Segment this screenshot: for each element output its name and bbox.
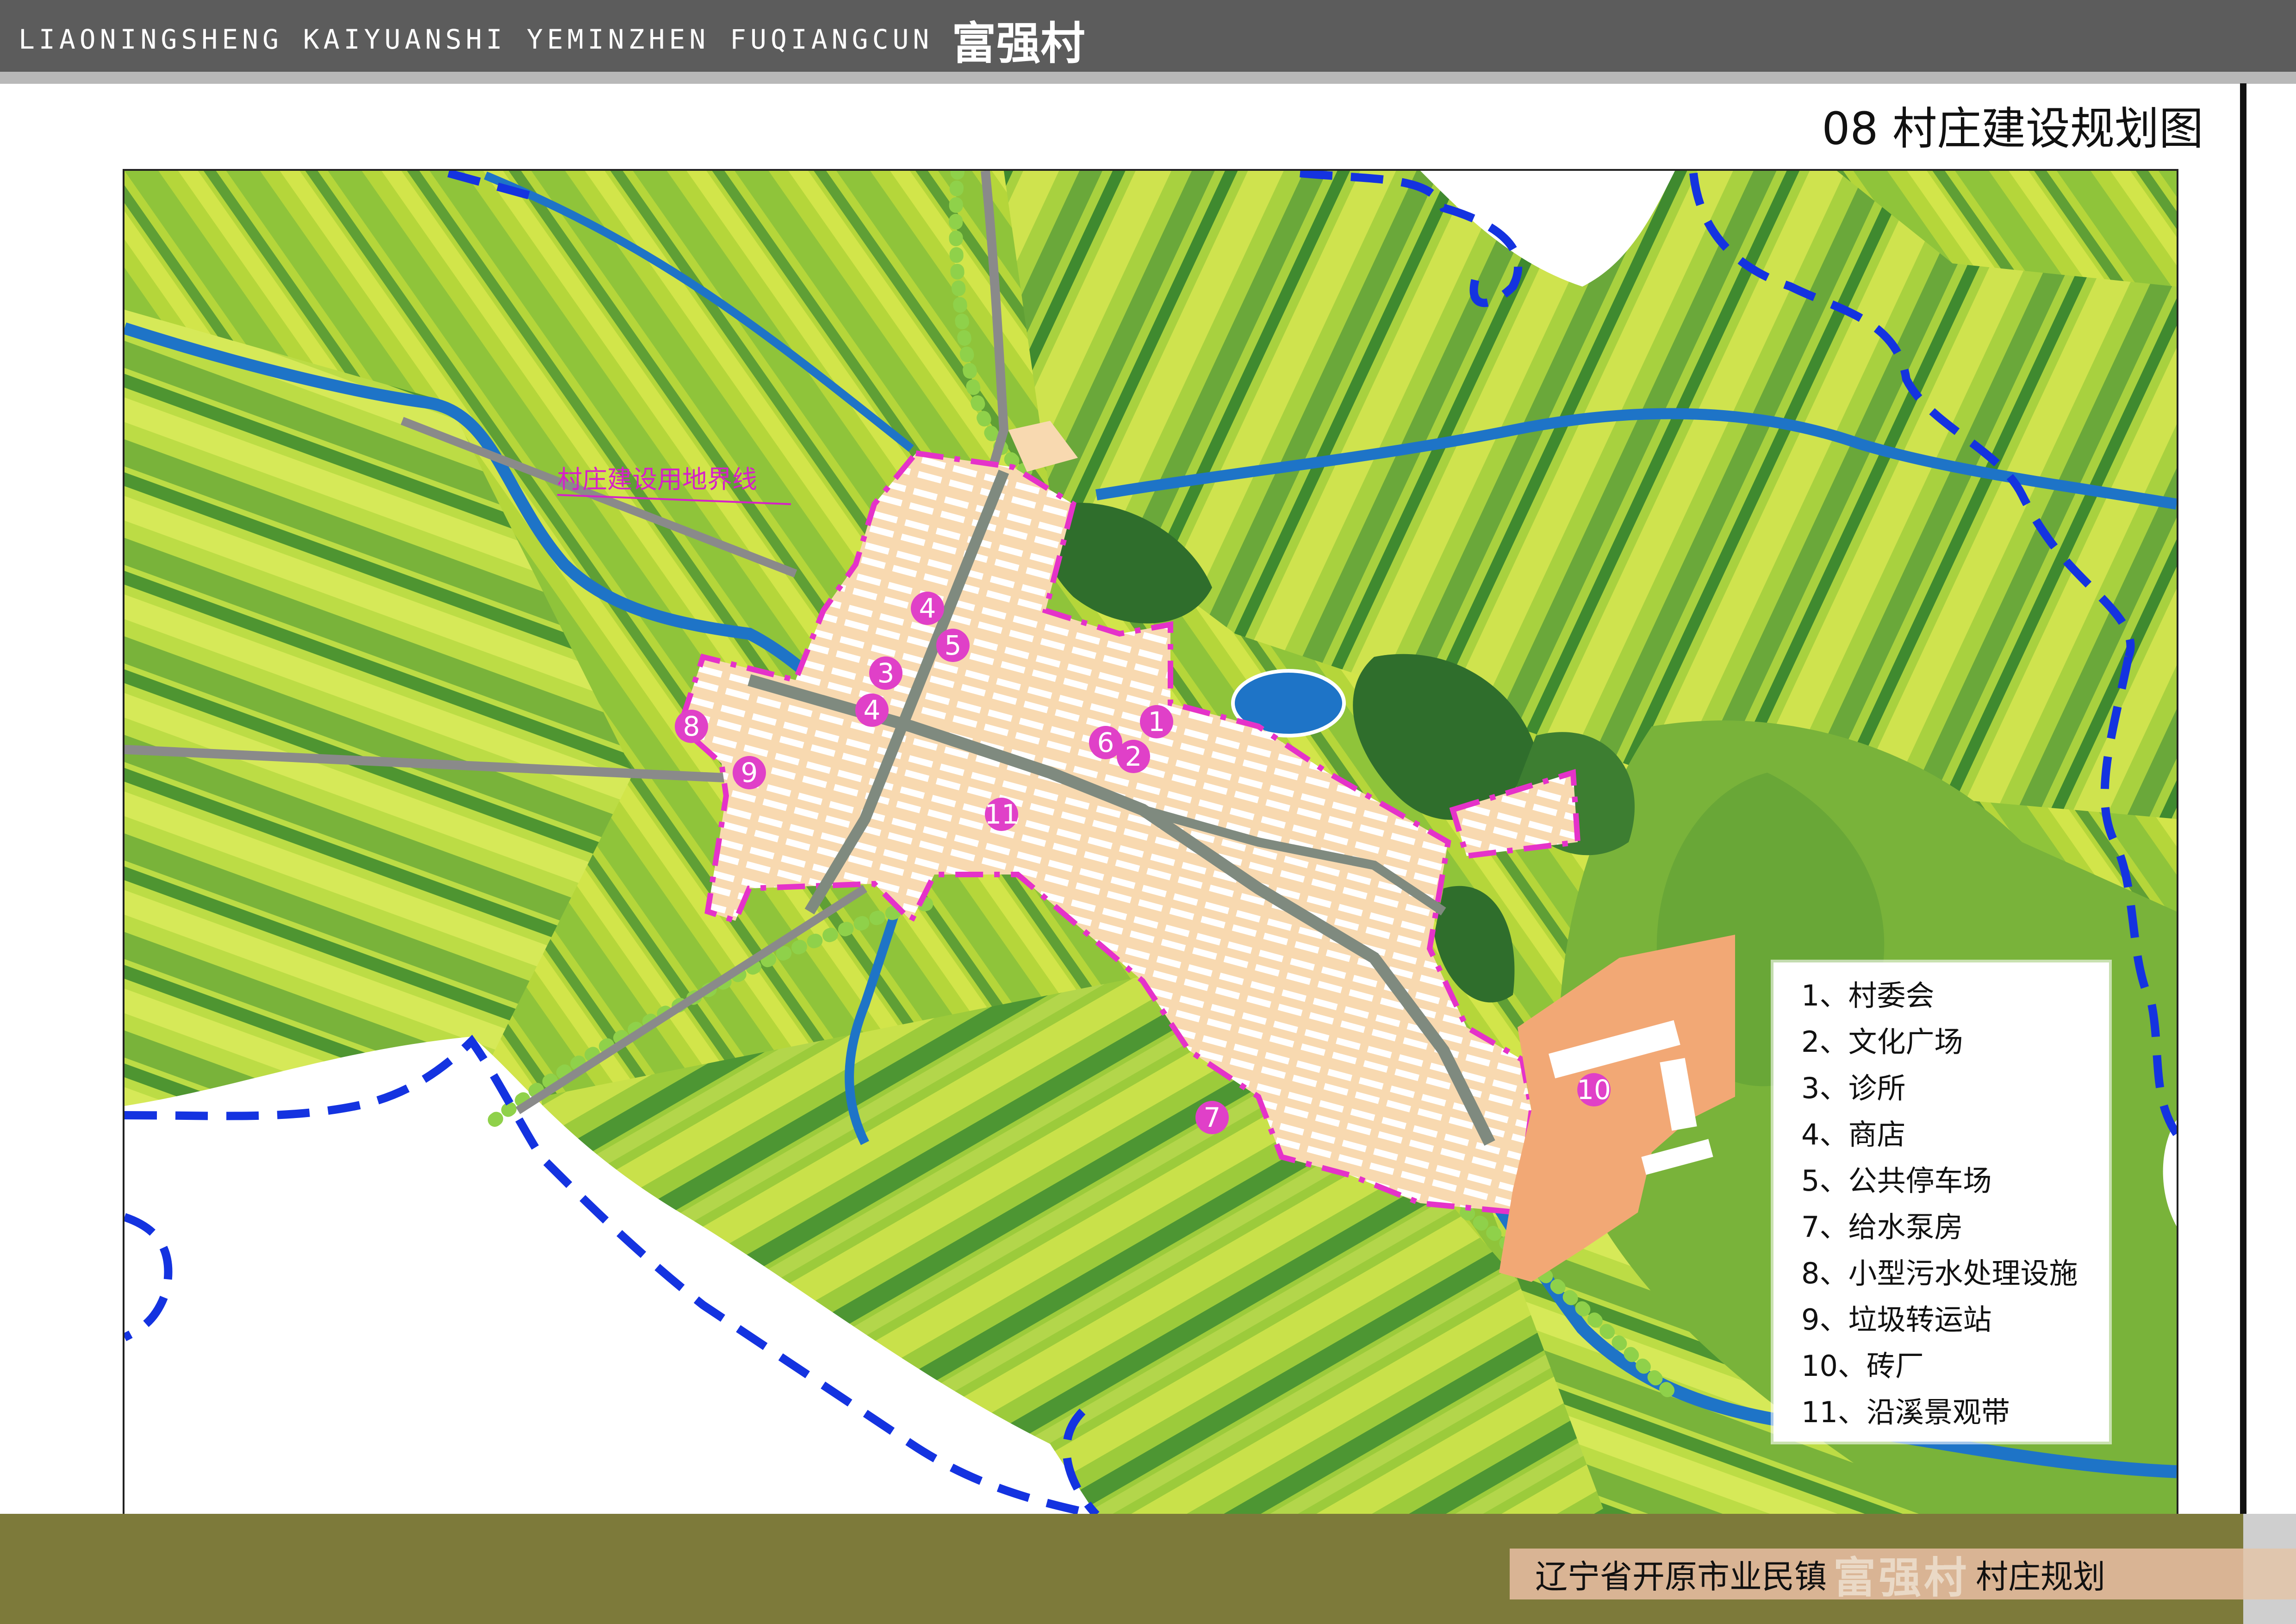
legend: 1、村委会 2、文化广场 3、诊所 4、商店 5、公共停车场 7、给水泵房 8、…: [1773, 962, 2109, 1442]
svg-text:3: 3: [877, 657, 895, 689]
legend-item-village-committee: 1、村委会: [1801, 979, 1935, 1012]
svg-text:2: 2: [1125, 741, 1142, 772]
footer-village-name: 富强村: [1833, 1553, 1970, 1603]
footer-edge-inner: [2243, 1549, 2296, 1599]
poi-marker-11[interactable]: 11: [984, 798, 1019, 831]
poi-marker-8[interactable]: 8: [675, 710, 708, 743]
legend-item-water-pump: 7、给水泵房: [1801, 1210, 1963, 1244]
legend-item-stream-landscape: 11、沿溪景观带: [1801, 1395, 2010, 1429]
svg-text:11: 11: [984, 799, 1019, 830]
svg-text:8: 8: [683, 711, 700, 742]
svg-text:10: 10: [1577, 1074, 1611, 1106]
svg-text:6: 6: [1097, 727, 1114, 758]
footer-label: 辽宁省开原市业民镇 富强村 村庄规划: [1510, 1549, 2243, 1603]
legend-item-cultural-square: 2、文化广场: [1801, 1025, 1963, 1059]
svg-text:5: 5: [945, 630, 962, 661]
svg-text:7: 7: [1204, 1102, 1221, 1133]
legend-item-brickyard: 10、砖厂: [1801, 1349, 1924, 1383]
poi-marker-10[interactable]: 10: [1577, 1073, 1611, 1106]
poi-marker-3[interactable]: 3: [869, 656, 902, 690]
poi-marker-1[interactable]: 1: [1140, 705, 1173, 738]
svg-text:1: 1: [1148, 706, 1165, 737]
poi-marker-4-south[interactable]: 4: [855, 693, 889, 727]
header-title: LIAONINGSHENG KAIYUANSHI YEMINZHEN FUQIA…: [19, 14, 1085, 69]
drawing-title: 08 村庄建设规划图: [1822, 103, 2203, 155]
legend-item-shop: 4、商店: [1801, 1118, 1906, 1151]
footer-suffix: 村庄规划: [1976, 1557, 2106, 1596]
legend-item-waste-transfer: 9、垃圾转运站: [1801, 1303, 1992, 1337]
svg-text:4: 4: [864, 694, 881, 726]
poi-marker-5[interactable]: 5: [936, 629, 970, 662]
right-rule: [2240, 83, 2246, 1606]
header-latin-title: LIAONINGSHENG KAIYUANSHI YEMINZHEN FUQIA…: [19, 24, 933, 55]
svg-text:9: 9: [741, 757, 758, 788]
poi-marker-7[interactable]: 7: [1195, 1101, 1229, 1134]
svg-text:4: 4: [919, 593, 936, 624]
header-chinese-title: 富强村: [952, 17, 1085, 69]
poi-marker-9[interactable]: 9: [733, 756, 766, 789]
header-stripe: [0, 72, 2296, 84]
legend-item-parking: 5、公共停车场: [1801, 1164, 1992, 1198]
poi-marker-4-north[interactable]: 4: [911, 592, 944, 625]
footer-prefix: 辽宁省开原市业民镇: [1535, 1557, 1827, 1596]
poi-marker-6[interactable]: 6: [1089, 726, 1122, 759]
legend-item-clinic: 3、诊所: [1801, 1071, 1906, 1105]
boundary-label: 村庄建设用地界线: [557, 465, 757, 494]
map-frame: 村庄建设用地界线 1 2 3 4 4 5 6 7 8 9 10 11 1、村委会…: [123, 169, 2178, 1517]
legend-item-sewage-facility: 8、小型污水处理设施: [1801, 1256, 2078, 1290]
